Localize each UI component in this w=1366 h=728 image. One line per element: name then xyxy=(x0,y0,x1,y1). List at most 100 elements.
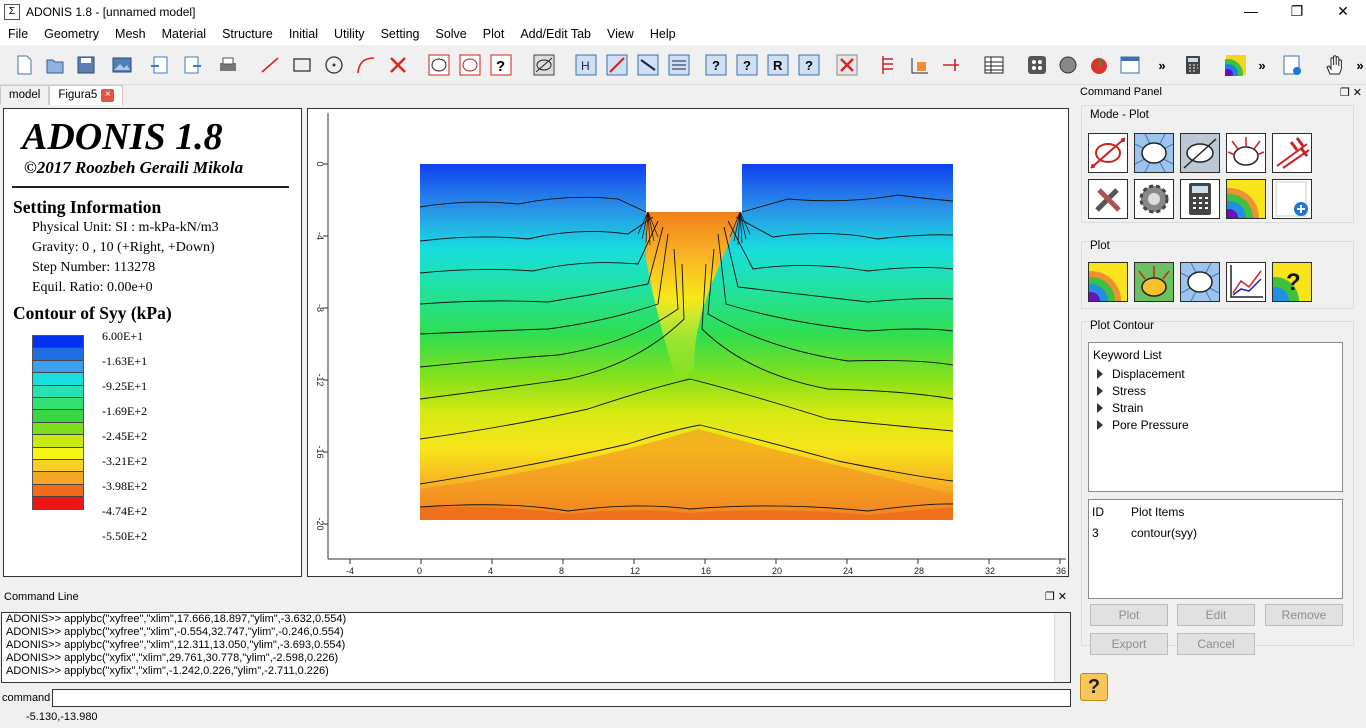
pan-hand-icon[interactable] xyxy=(1323,52,1347,78)
expand-arrow-icon[interactable] xyxy=(1097,403,1103,413)
help-1-icon[interactable]: ? xyxy=(704,52,728,78)
overflow-2-icon[interactable]: » xyxy=(1250,52,1274,78)
mode-contour-icon[interactable] xyxy=(1226,179,1266,219)
plot-boundary-icon[interactable] xyxy=(532,52,556,78)
keyword-strain[interactable]: Strain xyxy=(1097,401,1143,415)
new-file-icon[interactable] xyxy=(12,52,36,78)
cancel-button[interactable]: Cancel xyxy=(1177,633,1255,655)
help-3-icon[interactable]: R xyxy=(766,52,790,78)
expand-arrow-icon[interactable] xyxy=(1097,386,1103,396)
menu-structure[interactable]: Structure xyxy=(214,27,281,41)
help-icon[interactable]: ? xyxy=(1080,673,1108,701)
close-tab-icon[interactable]: × xyxy=(101,89,115,102)
remove-button[interactable]: Remove xyxy=(1265,604,1343,626)
close-panel-icon[interactable]: ✕ xyxy=(1353,87,1362,99)
menu-setting[interactable]: Setting xyxy=(373,27,428,41)
close-button[interactable]: ✕ xyxy=(1320,0,1366,23)
mode-support-icon[interactable] xyxy=(1226,133,1266,173)
line-tool-icon[interactable] xyxy=(258,52,282,78)
float-command-line-icon[interactable]: ❐ xyxy=(1045,591,1055,603)
contour-plot-icon[interactable] xyxy=(1224,52,1248,78)
plot-mesh-icon[interactable] xyxy=(1180,262,1220,302)
fix-y-icon[interactable] xyxy=(636,52,660,78)
expand-arrow-icon[interactable] xyxy=(1097,420,1103,430)
menu-initial[interactable]: Initial xyxy=(281,27,326,41)
tab-model[interactable]: model xyxy=(0,85,50,105)
apply-bc-icon[interactable] xyxy=(939,52,963,78)
record-icon[interactable] xyxy=(1056,52,1080,78)
new-plot-icon[interactable] xyxy=(1280,52,1304,78)
material-icon[interactable] xyxy=(1087,52,1111,78)
tab-figure[interactable]: Figura5 × xyxy=(49,85,124,105)
delete-geometry-icon[interactable] xyxy=(386,52,410,78)
query-mesh-icon[interactable] xyxy=(458,52,482,78)
import-icon[interactable] xyxy=(148,52,172,78)
window-icon[interactable] xyxy=(1118,52,1142,78)
overflow-1-icon[interactable]: » xyxy=(1150,52,1174,78)
keyword-pore-pressure[interactable]: Pore Pressure xyxy=(1097,418,1189,432)
settings-grid-icon[interactable] xyxy=(1025,52,1049,78)
plot-query-icon[interactable]: ? xyxy=(1272,262,1312,302)
command-log[interactable]: ADONIS>> applybc("xyfree","xlim",17.666,… xyxy=(1,612,1071,683)
table-icon[interactable] xyxy=(982,52,1006,78)
remove-icon[interactable] xyxy=(835,52,859,78)
keyword-displacement[interactable]: Displacement xyxy=(1097,367,1185,381)
rectangle-tool-icon[interactable] xyxy=(290,52,314,78)
menu-solve[interactable]: Solve xyxy=(427,27,474,41)
keyword-stress[interactable]: Stress xyxy=(1097,384,1146,398)
arc-tool-icon[interactable] xyxy=(354,52,378,78)
mode-settings-icon[interactable] xyxy=(1134,179,1174,219)
mode-mesh-icon[interactable] xyxy=(1134,133,1174,173)
plot-items-list[interactable]: ID Plot Items 3 contour(syy) xyxy=(1088,499,1343,599)
menu-utility[interactable]: Utility xyxy=(326,27,373,41)
expand-arrow-icon[interactable] xyxy=(1097,369,1103,379)
mode-boundary-icon[interactable] xyxy=(1180,133,1220,173)
plot-button[interactable]: Plot xyxy=(1090,604,1168,626)
help-4-icon[interactable]: ? xyxy=(797,52,821,78)
menu-geometry[interactable]: Geometry xyxy=(36,27,107,41)
fix-h-icon[interactable]: H xyxy=(574,52,598,78)
help-2-icon[interactable]: ? xyxy=(735,52,759,78)
overflow-3-icon[interactable]: » xyxy=(1348,52,1366,78)
plot-stress-icon[interactable] xyxy=(1134,262,1174,302)
open-file-icon[interactable] xyxy=(43,52,67,78)
menu-view[interactable]: View xyxy=(599,27,642,41)
save-icon[interactable] xyxy=(74,52,98,78)
apply-load-icon[interactable] xyxy=(877,52,901,78)
plot-item-name[interactable]: contour(syy) xyxy=(1131,526,1197,540)
close-command-line-icon[interactable]: ✕ xyxy=(1058,591,1067,603)
menu-mesh[interactable]: Mesh xyxy=(107,27,154,41)
menu-help[interactable]: Help xyxy=(642,27,684,41)
mode-tools-icon[interactable] xyxy=(1088,179,1128,219)
print-icon[interactable] xyxy=(216,52,240,78)
menu-add-edit-tab[interactable]: Add/Edit Tab xyxy=(512,27,599,41)
menu-plot[interactable]: Plot xyxy=(475,27,513,41)
image-icon[interactable] xyxy=(110,52,134,78)
mode-new-plot-icon[interactable] xyxy=(1272,179,1312,219)
export-button[interactable]: Export xyxy=(1090,633,1168,655)
mode-load-icon[interactable] xyxy=(1272,133,1312,173)
edit-button[interactable]: Edit xyxy=(1177,604,1255,626)
export-icon[interactable] xyxy=(180,52,204,78)
minimize-button[interactable]: — xyxy=(1228,0,1274,23)
plot-contour-icon[interactable] xyxy=(1088,262,1128,302)
log-scrollbar[interactable] xyxy=(1054,613,1070,682)
plot-item-id[interactable]: 3 xyxy=(1092,526,1099,540)
mode-calculator-icon[interactable] xyxy=(1180,179,1220,219)
fix-x-icon[interactable] xyxy=(605,52,629,78)
mode-geometry-icon[interactable] xyxy=(1088,133,1128,173)
float-panel-icon[interactable]: ❐ xyxy=(1340,87,1350,99)
plot-history-icon[interactable] xyxy=(1226,262,1266,302)
menu-material[interactable]: Material xyxy=(154,27,214,41)
circle-tool-icon[interactable] xyxy=(322,52,346,78)
menu-file[interactable]: File xyxy=(0,27,36,41)
query-boundary-icon[interactable] xyxy=(427,52,451,78)
layers-icon[interactable] xyxy=(667,52,691,78)
keyword-list[interactable]: Keyword List Displacement Stress Strain … xyxy=(1088,342,1343,492)
legend-label: -5.50E+2 xyxy=(102,529,148,543)
command-input[interactable] xyxy=(52,689,1071,707)
restore-button[interactable]: ❐ xyxy=(1274,0,1320,23)
calculator-icon[interactable] xyxy=(1181,52,1205,78)
help-query-icon[interactable]: ? xyxy=(489,52,513,78)
apply-point-icon[interactable] xyxy=(908,52,932,78)
